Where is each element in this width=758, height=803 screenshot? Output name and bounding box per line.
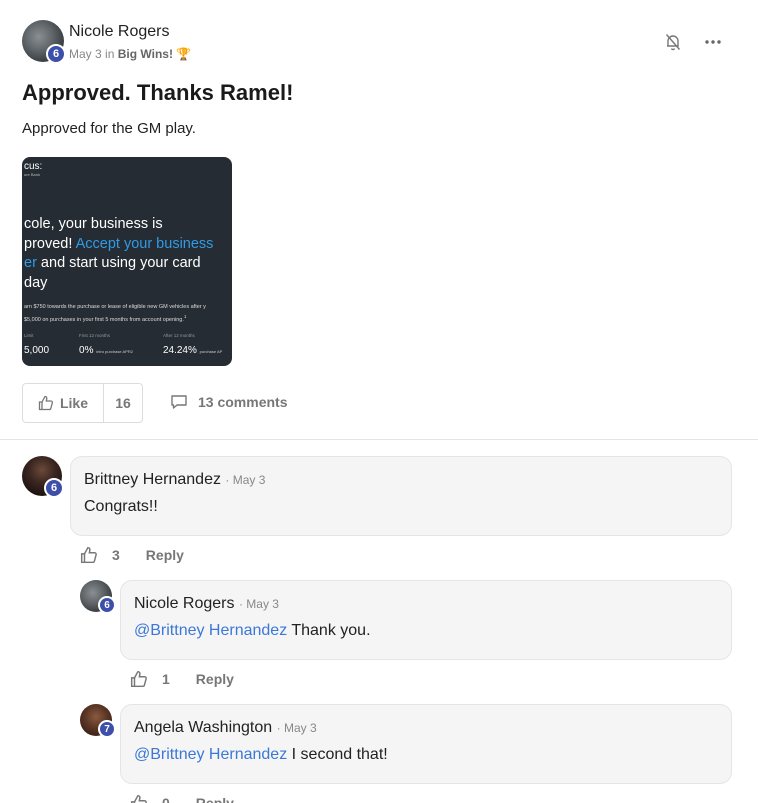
thumbs-up-icon[interactable] bbox=[130, 670, 148, 688]
card-stats: Limit 5,000 First 12 months 0% intro pur… bbox=[24, 333, 222, 358]
level-badge: 6 bbox=[98, 596, 116, 614]
card-stat-intro-apr: First 12 months 0% intro purchase APR2 bbox=[79, 333, 133, 356]
trophy-icon: 🏆 bbox=[176, 47, 192, 61]
post-category-link[interactable]: Big Wins! bbox=[118, 47, 173, 61]
comment-actions: 3 Reply bbox=[80, 546, 184, 564]
reply-actions: 0 Reply bbox=[130, 794, 234, 803]
card-fine-print: arn $750 towards the purchase or lease o… bbox=[24, 304, 206, 323]
thumbs-up-icon[interactable] bbox=[130, 794, 148, 803]
divider bbox=[0, 439, 758, 440]
reply-like-count: 1 bbox=[162, 671, 170, 687]
post-in-word: in bbox=[105, 47, 115, 61]
level-badge: 6 bbox=[46, 44, 66, 64]
post-title: Approved. Thanks Ramel! bbox=[22, 80, 294, 105]
level-badge: 7 bbox=[98, 720, 116, 738]
comment-author[interactable]: Brittney Hernandez bbox=[84, 471, 221, 488]
like-label: Like bbox=[59, 395, 88, 411]
card-headline: cole, your business is proved! Accept yo… bbox=[24, 216, 214, 291]
more-icon[interactable] bbox=[704, 32, 722, 52]
comment-text: Congrats!! bbox=[84, 498, 158, 515]
reply-date: · May 3 bbox=[276, 721, 317, 735]
reply-date: · May 3 bbox=[238, 597, 279, 611]
reply-actions: 1 Reply bbox=[130, 670, 234, 688]
comment-avatar[interactable]: 6 bbox=[22, 456, 64, 498]
bell-off-icon[interactable] bbox=[664, 32, 682, 52]
reply-author[interactable]: Nicole Rogers bbox=[134, 595, 234, 612]
mention-link[interactable]: @Brittney Hernandez bbox=[134, 746, 287, 763]
reply-button[interactable]: Reply bbox=[196, 795, 234, 803]
reply-bubble: Angela Washington · May 3 @Brittney Hern… bbox=[120, 704, 732, 784]
comment-bubble: Brittney Hernandez · May 3 Congrats!! bbox=[70, 456, 732, 536]
reply-text: @Brittney Hernandez Thank you. bbox=[134, 622, 371, 639]
level-badge: 6 bbox=[44, 478, 64, 498]
card-stat-purchase-apr: After 12 months 24.24% purchase AP bbox=[162, 333, 223, 356]
thumbs-up-icon bbox=[38, 395, 54, 411]
reply-author[interactable]: Angela Washington bbox=[134, 719, 272, 736]
post-meta: May 3 in Big Wins! 🏆 bbox=[69, 47, 191, 61]
like-button[interactable]: Like bbox=[23, 384, 104, 422]
reply-button[interactable]: Reply bbox=[146, 547, 184, 563]
reply-avatar[interactable]: 7 bbox=[80, 704, 116, 738]
mention-link[interactable]: @Brittney Hernandez bbox=[134, 622, 287, 639]
reply-text: @Brittney Hernandez I second that! bbox=[134, 746, 388, 763]
reply-avatar[interactable]: 6 bbox=[80, 580, 116, 614]
card-logo: cus: ure Bank bbox=[24, 161, 43, 177]
comments-link[interactable]: 13 comments bbox=[170, 394, 287, 410]
like-count[interactable]: 16 bbox=[104, 384, 142, 422]
reply-bubble: Nicole Rogers · May 3 @Brittney Hernande… bbox=[120, 580, 732, 660]
comments-count-label: 13 comments bbox=[198, 394, 288, 410]
thumbs-up-icon[interactable] bbox=[80, 546, 98, 564]
comment-icon bbox=[171, 395, 187, 409]
post-image[interactable]: cus: ure Bank cole, your business is pro… bbox=[22, 157, 232, 366]
comment-date: · May 3 bbox=[225, 473, 266, 487]
reply-like-count: 0 bbox=[162, 795, 170, 803]
post-author-avatar[interactable]: 6 bbox=[22, 20, 66, 64]
reply-button[interactable]: Reply bbox=[196, 671, 234, 687]
post-date: May 3 bbox=[69, 47, 102, 61]
card-stat-limit: Limit 5,000 bbox=[24, 333, 50, 356]
post-header-actions bbox=[664, 32, 722, 52]
comment-like-count: 3 bbox=[112, 547, 120, 563]
post-like-box: Like 16 bbox=[22, 383, 143, 423]
post-author-name[interactable]: Nicole Rogers bbox=[69, 23, 169, 41]
post-body: Approved for the GM play. bbox=[22, 120, 196, 137]
